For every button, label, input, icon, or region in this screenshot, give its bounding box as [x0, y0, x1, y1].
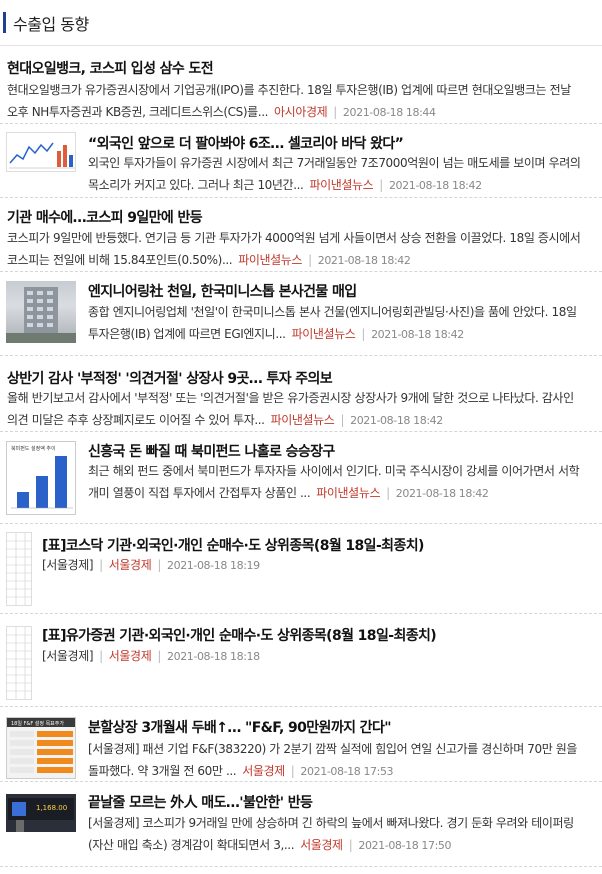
news-date: 2021-08-18 17:50 — [358, 838, 452, 852]
table-thumbnail[interactable] — [6, 532, 32, 606]
news-headline[interactable]: 끝날줄 모르는 外人 매도…'불안한' 반등 — [88, 792, 313, 812]
news-date: 2021-08-18 18:42 — [388, 178, 482, 192]
separator: | — [290, 763, 295, 778]
building-photo[interactable] — [6, 281, 76, 343]
news-summary: 올해 반기보고서 감사에서 '부적정' 또는 '의견거절'을 받은 유가증권시장… — [7, 388, 591, 432]
news-summary: 외국인 투자가들이 유가증권 시장에서 최근 7거래일동안 7조7000억원이 … — [88, 153, 588, 197]
news-summary: [서울경제] 패션 기업 F&F(383220) 가 2분기 깜짝 실적에 힘입… — [88, 739, 588, 783]
section-accent-bar — [3, 12, 6, 33]
news-headline[interactable]: 엔지니어링社 천일, 한국미니스톱 본사건물 매입 — [88, 281, 357, 301]
news-item: 기관 매수에…코스피 9일만에 반등 코스피가 9일만에 반등했다. 연기금 등… — [0, 198, 602, 270]
divider — [0, 866, 602, 867]
news-source[interactable]: 서울경제 — [242, 764, 285, 778]
section-title: 수출입 동향 — [13, 15, 89, 34]
news-headline[interactable]: 분할상장 3개월새 두배↑… "F&F, 90만원까지 간다" — [88, 717, 392, 737]
separator: | — [157, 649, 161, 663]
news-headline[interactable]: 상반기 감사 '부적정' '의견거절' 상장사 9곳… 투자 주의보 — [7, 368, 333, 388]
news-source[interactable]: 서울경제 — [300, 838, 343, 852]
news-headline[interactable]: [표]유가증권 기관·외국인·개인 순매수·도 상위종목(8월 18일-최종치) — [42, 625, 437, 645]
news-source[interactable]: 파이낸셜뉴스 — [309, 178, 373, 192]
news-date: 2021-08-18 18:19 — [167, 559, 260, 572]
thumb-title: 18일 F&F 설정 목표주가 — [11, 720, 64, 727]
news-date: 2021-08-18 18:18 — [167, 650, 260, 663]
separator: | — [361, 326, 366, 341]
news-date: 2021-08-18 18:42 — [317, 253, 411, 267]
news-date: 2021-08-18 18:42 — [350, 413, 443, 427]
news-headline[interactable]: 현대오일뱅크, 코스피 입성 삼수 도전 — [7, 58, 214, 78]
separator: | — [99, 558, 103, 572]
news-summary: 현대오일뱅크가 유가증권시장에서 기업공개(IPO)를 추진한다. 18일 투자… — [7, 80, 591, 124]
news-summary: [서울경제] | 서울경제 | 2021-08-18 18:19 — [42, 555, 582, 577]
table-thumbnail-graphic — [7, 533, 31, 605]
table-thumbnail[interactable] — [6, 626, 32, 700]
chart-thumbnail[interactable] — [6, 132, 76, 172]
news-source[interactable]: 아시아경제 — [274, 105, 328, 119]
table-thumbnail-graphic — [7, 627, 31, 699]
news-date: 2021-08-18 18:44 — [342, 105, 436, 119]
section-header: 수출입 동향 — [0, 0, 602, 46]
bar-chart-thumbnail[interactable]: 북미펀드 설정액 추이 — [6, 441, 76, 515]
news-item: 북미펀드 설정액 추이 신흥국 돈 빠질 때 북미펀드 나홀로 승승장구 최근 … — [0, 432, 602, 520]
news-item: [표]코스닥 기관·외국인·개인 순매수·도 상위종목(8월 18일-최종치) … — [0, 524, 602, 612]
building-photo-graphic — [6, 287, 76, 343]
ff-table-thumbnail-graphic: 18일 F&F 설정 목표주가 — [7, 718, 75, 773]
news-item: 18일 F&F 설정 목표주가 분할상장 3개월새 두배↑… "F&F, 90만… — [0, 707, 602, 785]
separator: | — [333, 104, 337, 119]
news-headline[interactable]: [표]코스닥 기관·외국인·개인 순매수·도 상위종목(8월 18일-최종치) — [42, 535, 424, 555]
news-item: 상반기 감사 '부적정' '의견거절' 상장사 9곳… 투자 주의보 올해 반기… — [0, 356, 602, 432]
news-source[interactable]: 서울경제 — [109, 558, 152, 572]
news-summary: [서울경제] 코스피가 9거래일 만에 상승하며 긴 하락의 늪에서 빠져나왔다… — [88, 813, 588, 857]
news-item: “외국인 앞으로 더 팔아봐야 6조… 셀코리아 바닥 왔다” 외국인 투자가들… — [0, 124, 602, 200]
ff-table-thumbnail[interactable]: 18일 F&F 설정 목표주가 — [6, 717, 76, 779]
separator: | — [386, 485, 390, 500]
separator: | — [99, 649, 103, 663]
news-source[interactable]: 파이낸셜뉴스 — [238, 253, 302, 267]
news-date: 2021-08-18 17:53 — [300, 764, 394, 778]
news-summary: [서울경제] | 서울경제 | 2021-08-18 18:18 — [42, 646, 582, 668]
news-summary: 종합 엔지니어링업체 '천일'이 한국미니스톱 본사 건물(엔지니어링회관빌딩·… — [88, 302, 588, 346]
news-date: 2021-08-18 18:42 — [395, 486, 489, 500]
chart-thumbnail-graphic — [9, 142, 75, 169]
market-board-photo[interactable]: 1,168.00 — [6, 794, 76, 832]
separator: | — [308, 252, 312, 267]
news-item: [표]유가증권 기관·외국인·개인 순매수·도 상위종목(8월 18일-최종치)… — [0, 614, 602, 706]
news-source[interactable]: 서울경제 — [109, 649, 152, 663]
news-item: 1,168.00 끝날줄 모르는 外人 매도…'불안한' 반등 [서울경제] 코… — [0, 782, 602, 862]
news-date: 2021-08-18 18:42 — [371, 327, 464, 341]
separator: | — [157, 558, 161, 572]
summary-text: [서울경제] — [42, 558, 94, 572]
news-source[interactable]: 파이낸셜뉴스 — [271, 413, 335, 427]
separator: | — [340, 412, 345, 427]
news-source[interactable]: 파이낸셜뉴스 — [316, 486, 380, 500]
separator: | — [348, 837, 353, 852]
news-item: 엔지니어링社 천일, 한국미니스톱 본사건물 매입 종합 엔지니어링업체 '천일… — [0, 272, 602, 352]
news-item: 현대오일뱅크, 코스피 입성 삼수 도전 현대오일뱅크가 유가증권시장에서 기업… — [0, 47, 602, 125]
bar-chart-thumbnail-graphic: 북미펀드 설정액 추이 — [11, 445, 73, 509]
news-source[interactable]: 파이낸셜뉴스 — [292, 327, 356, 341]
market-number: 1,168.00 — [36, 804, 67, 812]
news-headline[interactable]: 신흥국 돈 빠질 때 북미펀드 나홀로 승승장구 — [88, 441, 335, 461]
separator: | — [379, 177, 383, 192]
news-summary: 최근 해외 펀드 중에서 북미펀드가 투자자들 사이에서 인기다. 미국 주식시… — [88, 461, 588, 505]
news-headline[interactable]: 기관 매수에…코스피 9일만에 반등 — [7, 207, 203, 227]
news-headline[interactable]: “외국인 앞으로 더 팔아봐야 6조… 셀코리아 바닥 왔다” — [88, 133, 404, 153]
news-summary: 코스피가 9일만에 반등했다. 연기금 등 기관 투자가가 4000억원 넘게 … — [7, 228, 591, 272]
market-board-graphic: 1,168.00 — [8, 798, 74, 832]
summary-text: [서울경제] — [42, 649, 94, 663]
thumb-title: 북미펀드 설정액 추이 — [11, 445, 56, 452]
